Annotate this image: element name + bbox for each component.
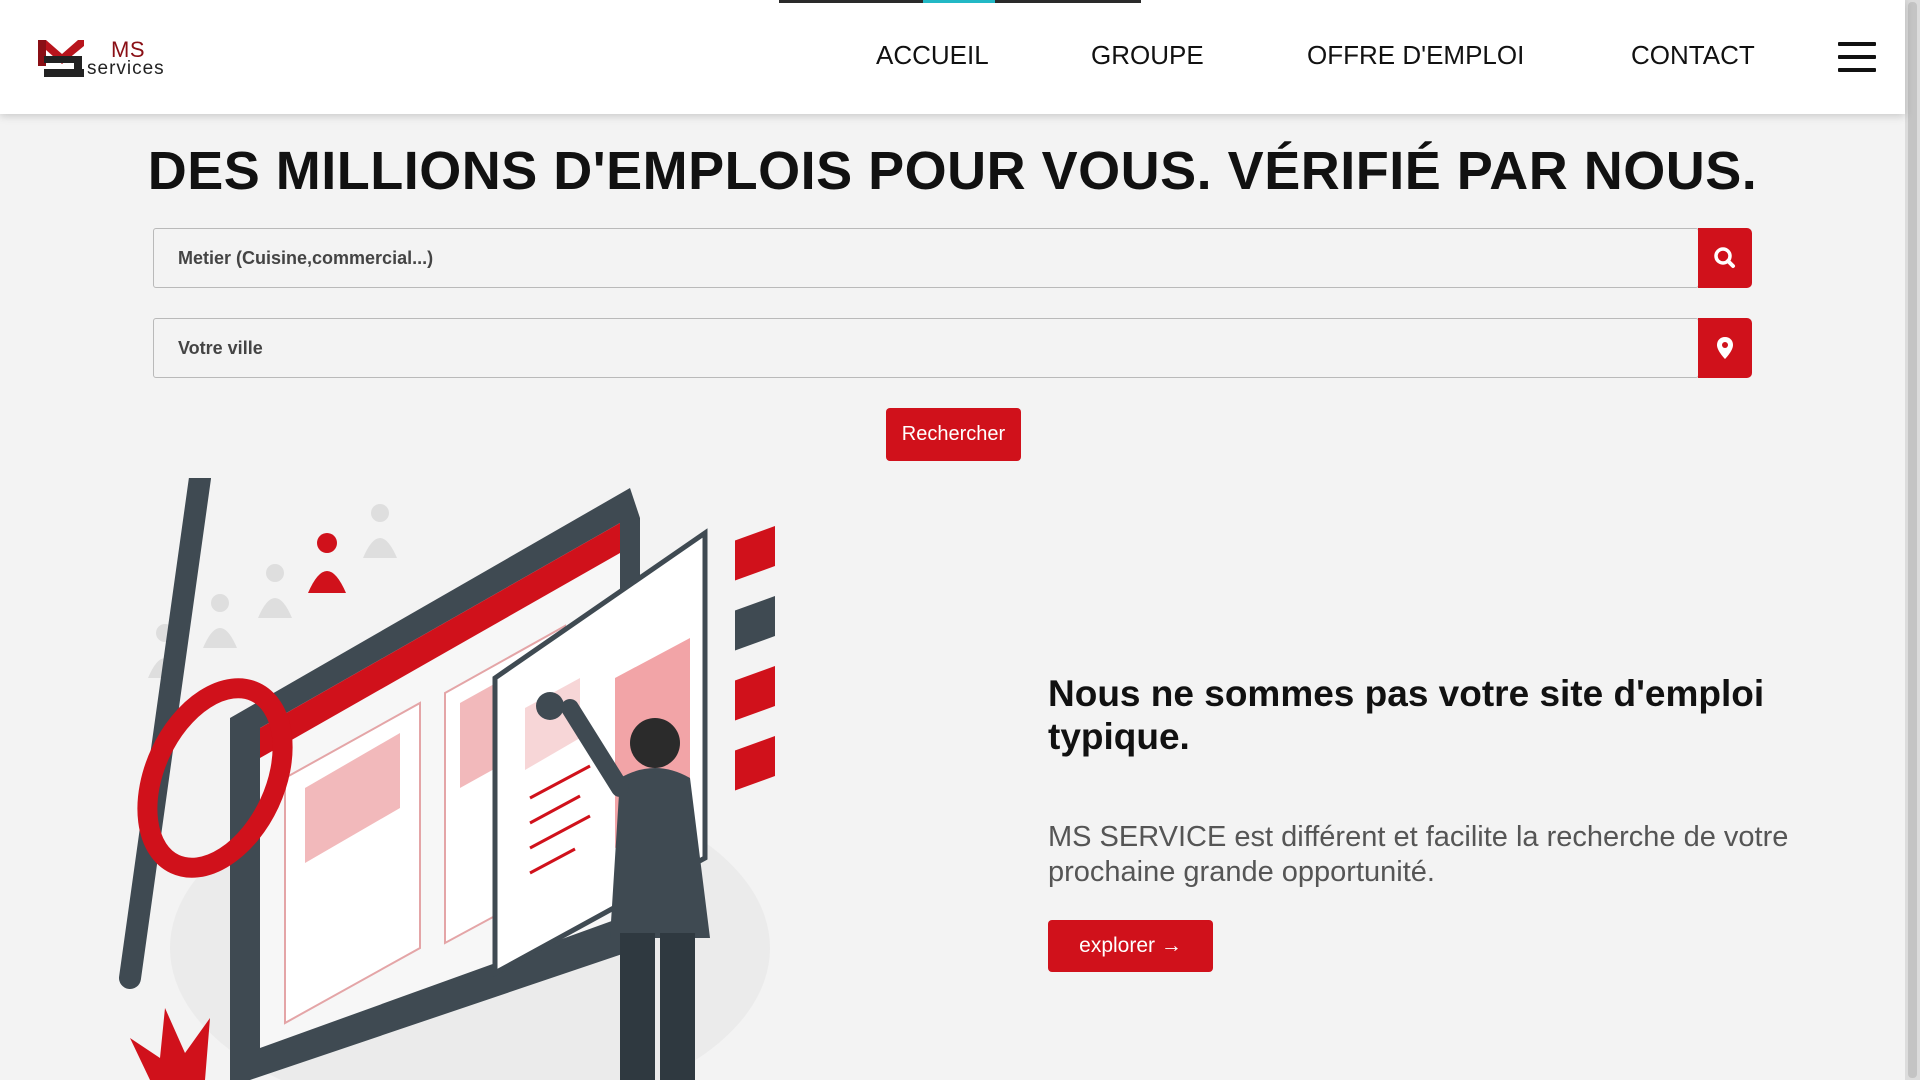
checklist-icons [735, 525, 775, 791]
explore-button[interactable]: explorer → [1048, 920, 1213, 972]
search-icon [1714, 247, 1735, 268]
logo-text-services: services [87, 58, 165, 79]
nav-active-indicator [779, 0, 1141, 3]
job-search-button[interactable] [1698, 228, 1752, 288]
ms-logo-icon [38, 40, 84, 77]
map-pin-icon [1717, 337, 1733, 359]
nav-item-accueil[interactable]: ACCUEIL [876, 40, 989, 71]
feature-tagline: Nous ne sommes pas votre site d'emploi t… [1048, 673, 1765, 757]
city-search-row [153, 318, 1753, 378]
nav-item-offre-emploi[interactable]: OFFRE D'EMPLOI [1307, 40, 1524, 71]
page-scrollbar[interactable] [1905, 0, 1920, 1080]
nav-indicator-accent [923, 0, 995, 3]
feature-description: MS SERVICE est différent et facilite la … [1048, 821, 1789, 888]
highlighted-person-icon [308, 533, 346, 593]
location-button[interactable] [1698, 318, 1752, 378]
job-search-illustration [119, 478, 775, 1080]
hamburger-menu-icon[interactable] [1838, 42, 1876, 72]
job-search-input[interactable] [153, 228, 1699, 288]
site-header: MS services ACCUEIL GROUPE OFFRE D'EMPLO… [0, 0, 1905, 114]
nav-item-contact[interactable]: CONTACT [1631, 40, 1755, 71]
search-submit-button[interactable]: Rechercher [886, 408, 1021, 461]
nav-item-groupe[interactable]: GROUPE [1091, 40, 1204, 71]
hero-title: DES MILLIONS D'EMPLOIS POUR VOUS. VÉRIFI… [147, 141, 1758, 201]
scrollbar-thumb[interactable] [1908, 2, 1917, 1078]
city-input[interactable] [153, 318, 1699, 378]
brand-logo[interactable]: MS services [38, 36, 183, 80]
job-search-row [153, 228, 1753, 288]
